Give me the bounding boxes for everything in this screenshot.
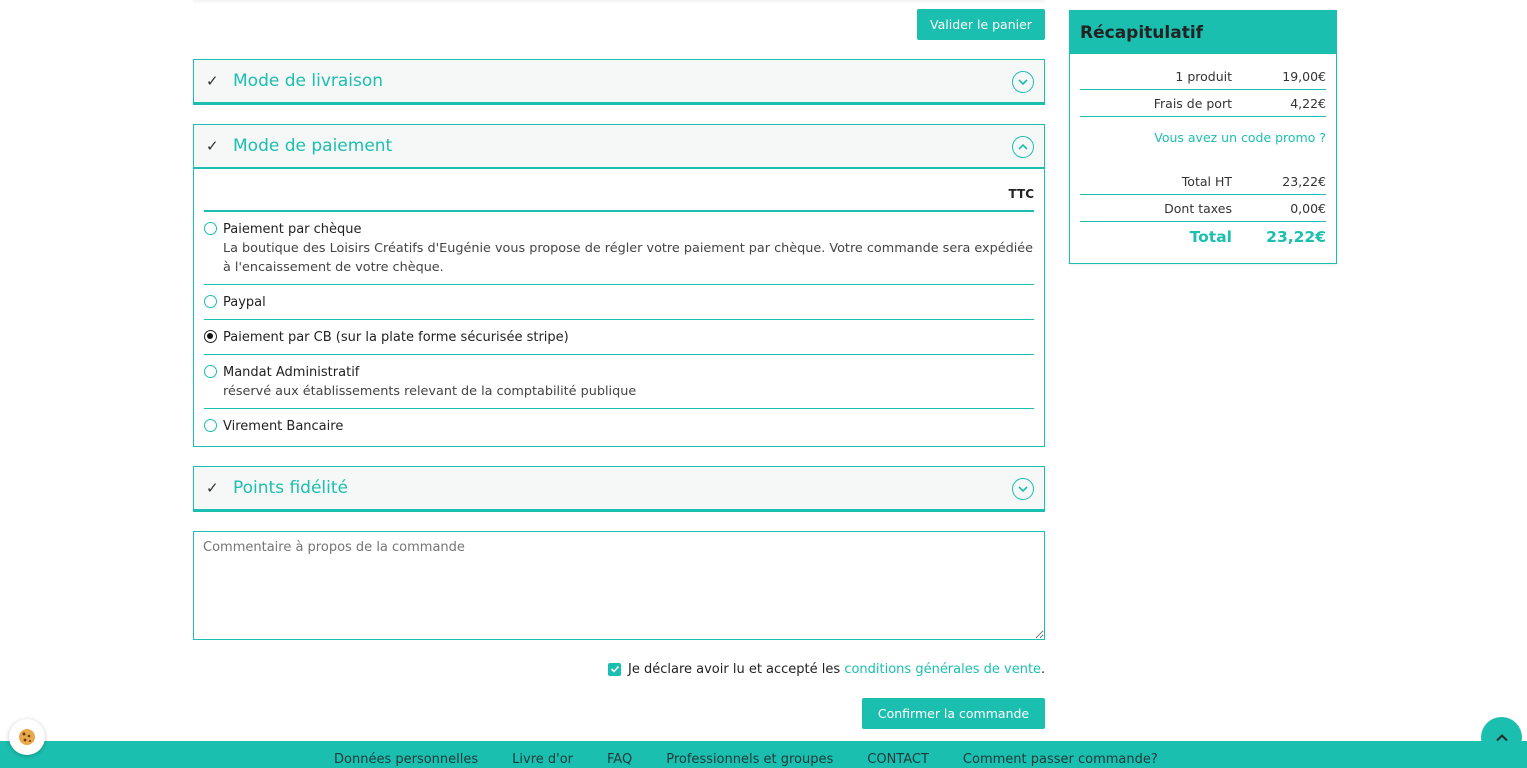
payment-option-label: Mandat Administratif <box>223 365 360 380</box>
footer-link-privacy[interactable]: Données personnelles <box>334 752 478 767</box>
delivery-section-header[interactable]: ✓ Mode de livraison <box>194 60 1044 104</box>
order-summary: Récapitulatif 1 produit 19,00€ Frais de … <box>1069 10 1337 264</box>
summary-products-value: 19,00€ <box>1282 68 1326 84</box>
payment-option-label: Virement Bancaire <box>223 419 344 434</box>
footer-link-how-to-order[interactable]: Comment passer commande? <box>963 752 1158 767</box>
footer-link-faq[interactable]: FAQ <box>607 752 632 767</box>
payment-option-description: La boutique des Loisirs Créatifs d'Eugén… <box>223 241 1034 275</box>
loyalty-section: ✓ Points fidélité <box>193 466 1045 512</box>
terms-acceptance: Je déclare avoir lu et accepté les condi… <box>608 660 1045 678</box>
delivery-section-title: Mode de livraison <box>233 71 384 91</box>
radio-button-selected[interactable] <box>204 330 217 343</box>
footer-link-contact[interactable]: CONTACT <box>867 752 929 767</box>
payment-option-transfer[interactable]: Virement Bancaire <box>204 409 1034 443</box>
summary-taxes-label: Dont taxes <box>1164 200 1232 216</box>
check-icon: ✓ <box>206 71 219 90</box>
terms-checkbox[interactable] <box>608 662 621 676</box>
summary-shipping-value: 4,22€ <box>1290 95 1326 111</box>
payment-option-cheque[interactable]: Paiement par chèque La boutique des Lois… <box>204 212 1034 285</box>
footer-link-professionals[interactable]: Professionnels et groupes <box>666 752 833 767</box>
promo-code-link[interactable]: Vous avez un code promo ? <box>1080 130 1326 145</box>
summary-total-value: 23,22€ <box>1266 227 1326 246</box>
previous-section-edge <box>193 0 1045 4</box>
order-comment-textarea[interactable] <box>193 531 1045 640</box>
summary-total-ht-label: Total HT <box>1181 173 1232 189</box>
radio-button[interactable] <box>204 419 217 432</box>
summary-shipping-row: Frais de port 4,22€ <box>1080 90 1326 117</box>
summary-taxes-row: Dont taxes 0,00€ <box>1080 195 1326 222</box>
summary-total-ht-row: Total HT 23,22€ <box>1080 168 1326 195</box>
loyalty-section-title: Points fidélité <box>233 478 348 498</box>
payment-option-description: réservé aux établissements relevant de l… <box>223 384 637 399</box>
summary-total-row: Total 23,22€ <box>1080 223 1326 250</box>
payment-option-paypal[interactable]: Paypal <box>204 285 1034 320</box>
radio-button[interactable] <box>204 222 217 235</box>
loyalty-section-header[interactable]: ✓ Points fidélité <box>194 467 1044 511</box>
cookie-settings-button[interactable] <box>9 719 45 755</box>
check-icon: ✓ <box>206 136 219 155</box>
payment-section-header[interactable]: ✓ Mode de paiement <box>194 125 1044 169</box>
scroll-to-top-button[interactable] <box>1481 717 1522 758</box>
payment-option-label: Paypal <box>223 295 266 310</box>
payment-section: ✓ Mode de paiement TTC Paiement par chèq… <box>193 124 1045 447</box>
chevron-down-icon[interactable] <box>1012 478 1034 500</box>
price-mode-label: TTC <box>204 169 1034 212</box>
check-icon: ✓ <box>206 478 219 497</box>
chevron-down-icon[interactable] <box>1012 71 1034 93</box>
chevron-up-icon <box>1495 733 1508 741</box>
chevron-up-icon[interactable] <box>1012 136 1034 158</box>
payment-option-card[interactable]: Paiement par CB (sur la plate forme sécu… <box>204 320 1034 355</box>
summary-taxes-value: 0,00€ <box>1290 200 1326 216</box>
validate-cart-button[interactable]: Valider le panier <box>917 9 1045 40</box>
footer-link-guestbook[interactable]: Livre d'or <box>512 752 573 767</box>
summary-total-label: Total <box>1189 227 1232 246</box>
delivery-section: ✓ Mode de livraison <box>193 59 1045 105</box>
summary-title: Récapitulatif <box>1070 11 1336 54</box>
payment-options: TTC Paiement par chèque La boutique des … <box>194 169 1044 443</box>
terms-text: Je déclare avoir lu et accepté les <box>628 661 841 677</box>
radio-button[interactable] <box>204 365 217 378</box>
terms-suffix: . <box>1041 661 1046 677</box>
payment-option-label: Paiement par CB (sur la plate forme sécu… <box>223 330 569 345</box>
confirm-order-button[interactable]: Confirmer la commande <box>862 698 1045 729</box>
summary-products-row: 1 produit 19,00€ <box>1080 63 1326 90</box>
payment-option-mandate[interactable]: Mandat Administratif réservé aux établis… <box>204 355 1034 409</box>
cookie-icon <box>19 729 35 745</box>
payment-section-title: Mode de paiement <box>233 136 393 156</box>
footer-links: Données personnelles Livre d'or FAQ Prof… <box>334 752 1192 767</box>
radio-button[interactable] <box>204 295 217 308</box>
summary-shipping-label: Frais de port <box>1153 95 1232 111</box>
summary-products-label: 1 produit <box>1175 68 1232 84</box>
summary-total-ht-value: 23,22€ <box>1282 173 1326 189</box>
terms-link[interactable]: conditions générales de vente <box>844 662 1041 677</box>
payment-option-label: Paiement par chèque <box>223 222 362 237</box>
site-footer: Données personnelles Livre d'or FAQ Prof… <box>0 741 1527 768</box>
